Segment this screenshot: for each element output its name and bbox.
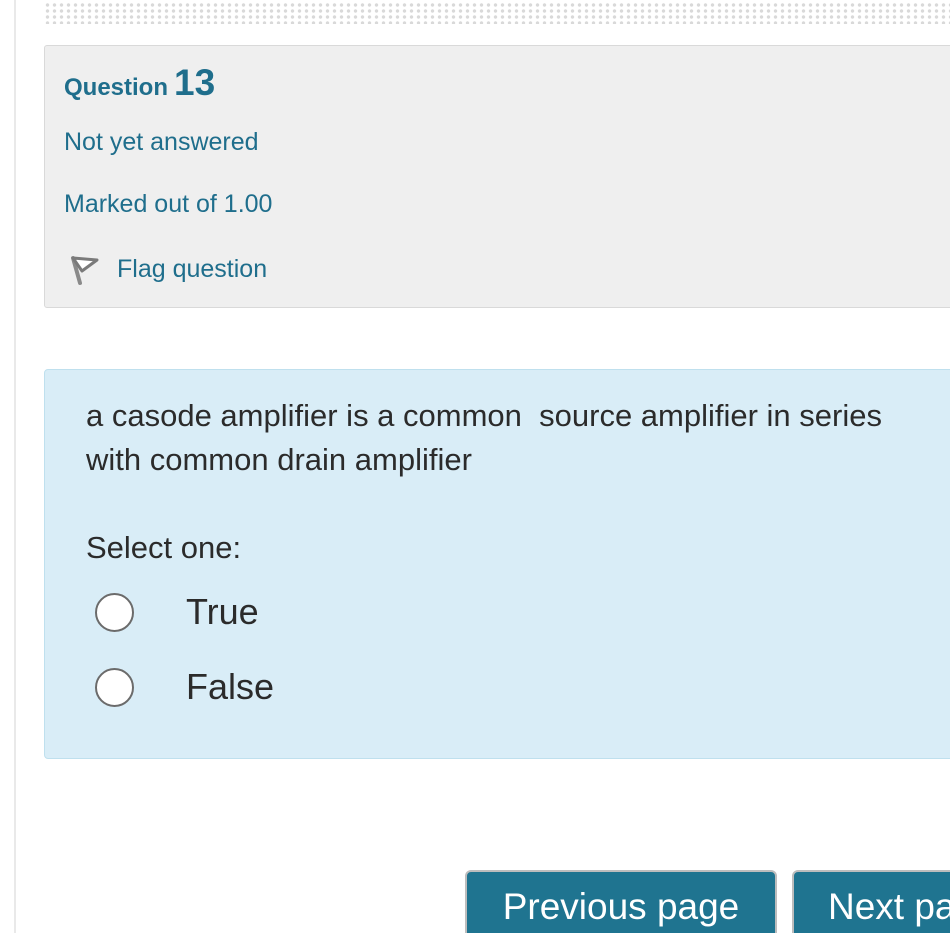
quiz-page: Question 13 Not yet answered Marked out o…: [0, 0, 950, 933]
answer-label-false[interactable]: False: [186, 666, 274, 708]
answer-label-true[interactable]: True: [186, 591, 259, 633]
radio-button-false[interactable]: [95, 667, 134, 707]
question-number: 13: [174, 62, 216, 103]
question-text: a casode amplifier is a common source am…: [86, 398, 891, 477]
page-left-border: [14, 0, 16, 933]
select-one-prompt: Select one:: [86, 530, 242, 565]
flag-question-label: Flag question: [117, 254, 268, 283]
flag-question-link[interactable]: Flag question: [67, 249, 267, 289]
question-heading: Question 13: [64, 62, 215, 104]
answer-option-true[interactable]: True: [95, 590, 259, 634]
question-label: Question: [64, 74, 169, 101]
flag-outline-icon: [71, 256, 99, 285]
previous-question-edge: [44, 2, 950, 24]
next-page-button[interactable]: Next page: [792, 870, 950, 933]
question-state: Not yet answered: [64, 128, 259, 156]
answer-option-false[interactable]: False: [95, 665, 274, 709]
previous-page-button[interactable]: Previous page: [465, 870, 777, 933]
question-content-panel: a casode amplifier is a common source am…: [44, 369, 950, 759]
radio-button-true[interactable]: [95, 592, 134, 632]
question-info-panel: Question 13 Not yet answered Marked out o…: [44, 45, 950, 308]
question-grade: Marked out of 1.00: [64, 190, 273, 218]
